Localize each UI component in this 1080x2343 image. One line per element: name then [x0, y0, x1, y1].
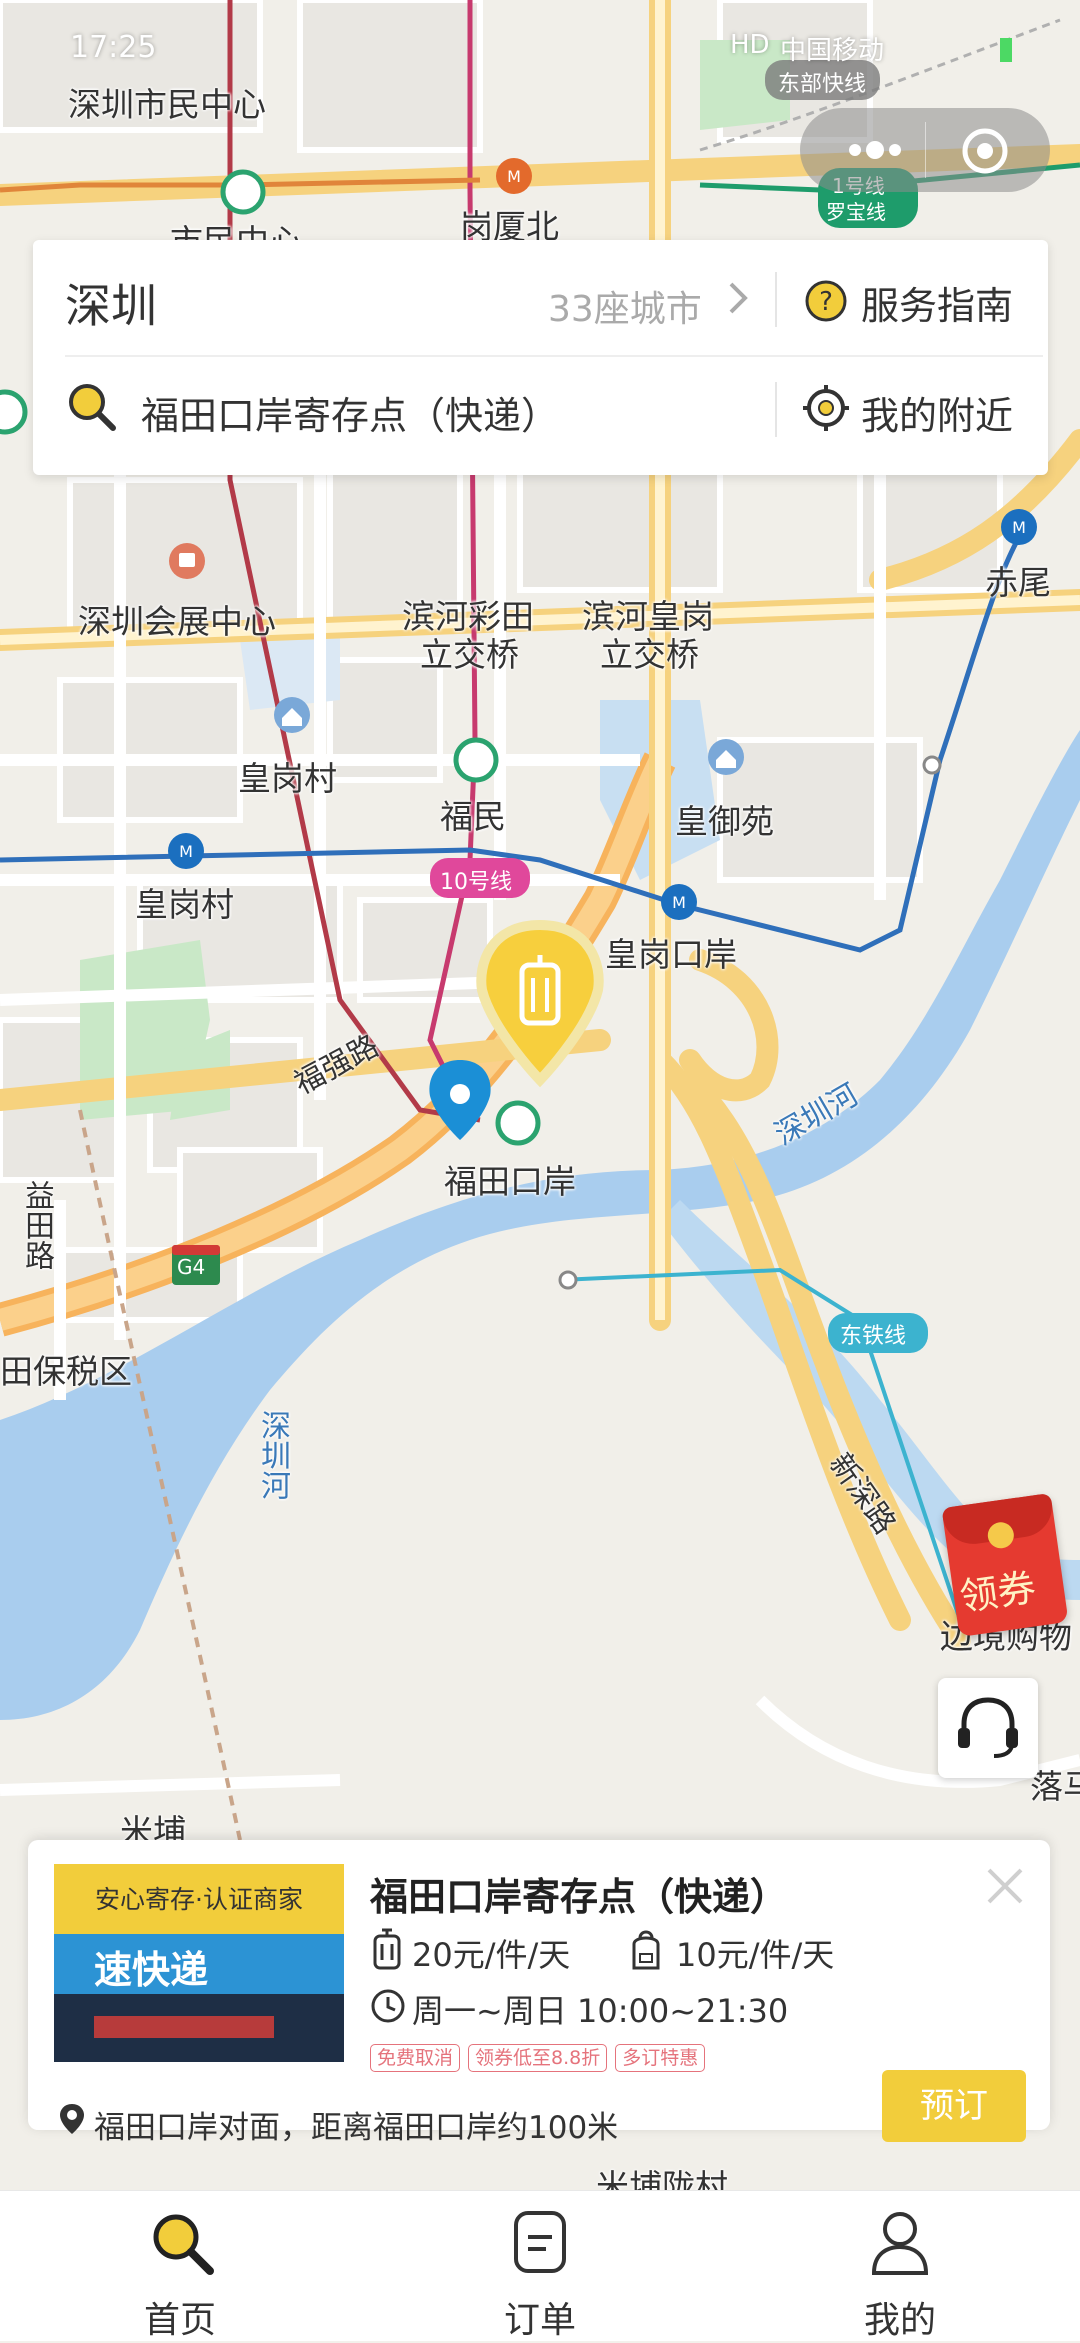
- store-photo: 速快递 安心寄存·认证商家: [54, 1864, 344, 2062]
- location-pin-icon: [58, 2102, 86, 2136]
- verified-merchant-badge: 安心寄存·认证商家: [95, 1885, 303, 1914]
- map-label-huanggangcun-south: 皇岗村: [135, 885, 234, 924]
- backpack-icon: [628, 1928, 664, 1972]
- svg-text:M: M: [672, 893, 686, 912]
- nearby-button[interactable]: 我的附近: [861, 385, 1013, 440]
- svg-text:M: M: [1012, 518, 1026, 537]
- store-title: 福田口岸寄存点（快递）: [370, 1875, 789, 1919]
- order-icon: [514, 2211, 566, 2273]
- map-label-huanggangcun-north: 皇岗村: [238, 759, 337, 798]
- headset-icon: [958, 1697, 1018, 1758]
- tab-home[interactable]: 首页: [80, 2191, 280, 2341]
- map-label-huizhan: 深圳会展中心: [78, 602, 276, 641]
- svg-text:M: M: [507, 167, 521, 186]
- tab-orders-label: 订单: [503, 2300, 576, 2341]
- map-label-shenzhen-river-west: 深圳河: [255, 1410, 290, 1500]
- map-label-binhe-huanggang-2: 立交桥: [600, 635, 699, 674]
- map-label-futian-port: 福田口岸: [444, 1162, 576, 1201]
- svg-text:?: ?: [819, 287, 833, 317]
- tab-home-label: 首页: [143, 2300, 216, 2341]
- close-icon[interactable]: [983, 1864, 1027, 1908]
- service-guide-button[interactable]: 服务指南: [861, 275, 1013, 330]
- status-carrier: 中国移动: [780, 36, 885, 66]
- status-time: 17:25: [70, 30, 157, 65]
- divider: [775, 272, 777, 327]
- more-menu-icon[interactable]: [840, 126, 910, 174]
- search-card: 深圳 33座城市 ? 服务指南 福田口岸寄存点（快递） 我的附近: [33, 240, 1048, 475]
- coupon-button[interactable]: 领券: [941, 1492, 1069, 1638]
- svg-text:M: M: [179, 842, 193, 861]
- coupon-label: 领券: [957, 1565, 1039, 1620]
- price-luggage: 20元/件/天: [412, 1936, 571, 1974]
- charging-icon: [1000, 38, 1012, 62]
- g4-badge: G4: [177, 1255, 206, 1279]
- search-input[interactable]: 福田口岸寄存点（快递）: [141, 385, 559, 440]
- customer-service-button[interactable]: [938, 1678, 1038, 1778]
- chevron-right-icon: [723, 278, 753, 318]
- city-selector[interactable]: 深圳: [65, 270, 157, 336]
- map-label-chiwei: 赤尾: [985, 563, 1051, 602]
- promo-tags: 免费取消 领券低至8.8折 多订特惠: [370, 2044, 713, 2072]
- map-label-huangyuyuan: 皇御苑: [675, 802, 774, 841]
- city-count-link[interactable]: 33座城市: [548, 280, 702, 332]
- map-label-baoshui: 田保税区: [0, 1352, 132, 1391]
- luobao-badge: 罗宝线: [826, 200, 886, 224]
- map-label-binhe-caitian-2: 立交桥: [420, 635, 519, 674]
- divider: [775, 382, 777, 437]
- help-icon: ?: [803, 278, 849, 324]
- tab-bar: 首页 订单 我的: [0, 2190, 1080, 2341]
- photo-sign-text: 速快递: [94, 1948, 209, 1992]
- capsule-divider: [925, 122, 926, 178]
- price-backpack: 10元/件/天: [676, 1936, 835, 1974]
- tab-profile[interactable]: 我的: [800, 2191, 1000, 2341]
- store-card[interactable]: 速快递 安心寄存·认证商家 福田口岸寄存点（快递） 20元/件/天 10元/件/…: [28, 1840, 1050, 2146]
- store-address: 福田口岸对面，距离福田口岸约100米: [94, 2110, 619, 2146]
- map-label-huanggang-port: 皇岗口岸: [605, 935, 737, 974]
- status-bar: 17:25 HD 中国移动: [0, 0, 1080, 90]
- photo-red-strip: [94, 2016, 274, 2038]
- search-icon: [153, 2214, 214, 2275]
- book-button[interactable]: 预订: [882, 2070, 1026, 2142]
- opening-hours: 周一~周日 10:00~21:30: [412, 1992, 789, 2030]
- locate-icon: [803, 385, 849, 431]
- card-divider: [65, 355, 1043, 357]
- tag-free-cancel: 免费取消: [370, 2044, 461, 2072]
- search-icon: [65, 380, 119, 434]
- tag-coupon-discount: 领券低至8.8折: [468, 2044, 608, 2072]
- map-label-fumin: 福民: [440, 797, 506, 836]
- clock-icon: [370, 1988, 406, 2024]
- tag-multi-order: 多订特惠: [615, 2044, 706, 2072]
- tab-orders[interactable]: 订单: [440, 2191, 640, 2341]
- miniapp-capsule: [800, 108, 1050, 192]
- status-network: HD: [730, 30, 770, 60]
- luggage-icon: [370, 1928, 404, 1972]
- photo-sign: 速快递: [54, 1934, 344, 1994]
- tab-profile-label: 我的: [863, 2300, 936, 2341]
- line-10-badge: 10号线: [440, 870, 512, 895]
- photo-lower: [54, 1994, 344, 2062]
- map-label-mipu-long: 米埔陇村: [596, 2167, 728, 2190]
- close-miniapp-icon[interactable]: [960, 126, 1010, 176]
- east-rail-badge: 东铁线: [840, 1324, 907, 1349]
- map-label-yitian-road: 益田路: [19, 1180, 54, 1270]
- user-icon: [871, 2212, 929, 2275]
